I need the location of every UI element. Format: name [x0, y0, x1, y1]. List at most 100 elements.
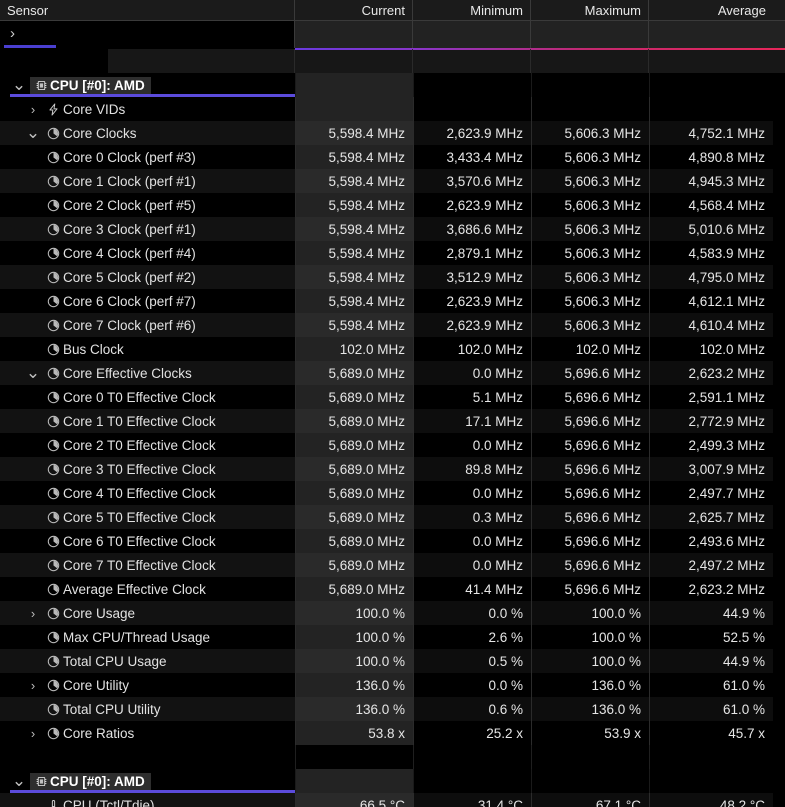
sensor-name-cell[interactable]: ›Core VIDs — [0, 97, 295, 121]
table-row[interactable]: Total CPU Utility136.0 %0.6 %136.0 %61.0… — [0, 697, 785, 721]
sensor-name-cell[interactable]: Core 1 T0 Effective Clock — [0, 409, 295, 433]
sensor-label: Core 6 T0 Effective Clock — [62, 534, 216, 549]
table-row[interactable]: Core 7 T0 Effective Clock5,689.0 MHz0.0 … — [0, 553, 785, 577]
chevron-right-icon[interactable]: › — [22, 678, 44, 693]
chevron-right-icon[interactable]: › — [22, 726, 44, 741]
sensor-label: Core 5 Clock (perf #2) — [62, 270, 196, 285]
table-row[interactable]: Bus Clock102.0 MHz102.0 MHz102.0 MHz102.… — [0, 337, 785, 361]
table-row[interactable]: Core 6 Clock (perf #7)5,598.4 MHz2,623.9… — [0, 289, 785, 313]
cell-current: 5,689.0 MHz — [295, 505, 413, 529]
table-row[interactable]: ⌄Core Effective Clocks5,689.0 MHz0.0 MHz… — [0, 361, 785, 385]
column-header-average[interactable]: Average — [649, 0, 773, 21]
cell-maximum: 53.9 x — [531, 721, 649, 745]
sensor-name-cell[interactable]: ⌄Core Clocks — [0, 121, 295, 145]
cell-minimum: 41.4 MHz — [413, 577, 531, 601]
table-row[interactable]: Total CPU Usage100.0 %0.5 %100.0 %44.9 % — [0, 649, 785, 673]
cell-maximum: 5,606.3 MHz — [531, 265, 649, 289]
group-title-pill: CPU [#0]: AMD — [30, 773, 151, 790]
table-row[interactable]: ›Core Usage100.0 %0.0 %100.0 %44.9 % — [0, 601, 785, 625]
sensor-name-cell[interactable]: ›Core Usage — [0, 601, 295, 625]
cell-maximum: 5,606.3 MHz — [531, 145, 649, 169]
sensor-name-cell[interactable]: Core 1 Clock (perf #1) — [0, 169, 295, 193]
sensor-name-cell[interactable]: Core 3 T0 Effective Clock — [0, 457, 295, 481]
cell-current: 5,598.4 MHz — [295, 241, 413, 265]
table-row[interactable]: Core 4 Clock (perf #4)5,598.4 MHz2,879.1… — [0, 241, 785, 265]
sensor-name-cell[interactable]: CPU (Tctl/Tdie) — [0, 793, 295, 807]
sensor-name-cell[interactable]: Core 3 Clock (perf #1) — [0, 217, 295, 241]
table-row[interactable]: Core 5 Clock (perf #2)5,598.4 MHz3,512.9… — [0, 265, 785, 289]
sensor-name-cell[interactable]: Total CPU Usage — [0, 649, 295, 673]
group-header-row[interactable]: ⌄CPU [#0]: AMD — [0, 73, 785, 97]
table-row[interactable]: ›Core VIDs — [0, 97, 785, 121]
sensor-name-cell[interactable]: Core 0 Clock (perf #3) — [0, 145, 295, 169]
chevron-down-icon[interactable]: ⌄ — [22, 130, 44, 136]
column-header-sensor[interactable]: Sensor — [0, 0, 295, 21]
cell-minimum: 0.0 MHz — [413, 481, 531, 505]
table-row[interactable]: Max CPU/Thread Usage100.0 %2.6 %100.0 %5… — [0, 625, 785, 649]
cell-minimum — [413, 73, 531, 97]
cell-minimum: 5.1 MHz — [413, 385, 531, 409]
table-row[interactable]: Core 6 T0 Effective Clock5,689.0 MHz0.0 … — [0, 529, 785, 553]
table-row[interactable]: Core 3 Clock (perf #1)5,598.4 MHz3,686.6… — [0, 217, 785, 241]
sensor-name-cell[interactable]: ›Core Utility — [0, 673, 295, 697]
sensor-name-cell[interactable]: Core 2 Clock (perf #5) — [0, 193, 295, 217]
sensor-name-cell[interactable]: Core 5 Clock (perf #2) — [0, 265, 295, 289]
sensor-name-cell[interactable]: Max CPU/Thread Usage — [0, 625, 295, 649]
table-row[interactable]: Core 3 T0 Effective Clock5,689.0 MHz89.8… — [0, 457, 785, 481]
group-name-cell[interactable]: ⌄CPU [#0]: AMD — [0, 73, 295, 97]
table-row[interactable]: ›Core Utility136.0 %0.0 %136.0 %61.0 % — [0, 673, 785, 697]
table-row[interactable]: Core 2 Clock (perf #5)5,598.4 MHz2,623.9… — [0, 193, 785, 217]
table-row[interactable]: Core 5 T0 Effective Clock5,689.0 MHz0.3 … — [0, 505, 785, 529]
cell-maximum — [531, 97, 649, 121]
sensor-name-cell[interactable]: Core 2 T0 Effective Clock — [0, 433, 295, 457]
sensor-label: Core 7 Clock (perf #6) — [62, 318, 196, 333]
sensor-label: Core 1 T0 Effective Clock — [62, 414, 216, 429]
sensor-name-cell[interactable]: Bus Clock — [0, 337, 295, 361]
column-header-minimum[interactable]: Minimum — [413, 0, 531, 21]
sensor-monitor-window: Sensor Current Minimum Maximum Average ›… — [0, 0, 785, 807]
sensor-label: Core 2 Clock (perf #5) — [62, 198, 196, 213]
table-row[interactable]: Core 0 T0 Effective Clock5,689.0 MHz5.1 … — [0, 385, 785, 409]
sensor-name-cell[interactable]: Core 4 Clock (perf #4) — [0, 241, 295, 265]
table-row[interactable]: Core 4 T0 Effective Clock5,689.0 MHz0.0 … — [0, 481, 785, 505]
sensor-name-cell[interactable]: Core 7 Clock (perf #6) — [0, 313, 295, 337]
sensor-name-cell[interactable]: Core 7 T0 Effective Clock — [0, 553, 295, 577]
chevron-right-icon[interactable]: › — [22, 102, 44, 117]
chevron-down-icon[interactable]: ⌄ — [8, 82, 30, 88]
table-row[interactable]: Core 1 T0 Effective Clock5,689.0 MHz17.1… — [0, 409, 785, 433]
cell-maximum: 5,606.3 MHz — [531, 169, 649, 193]
sensor-name-cell[interactable]: ›Core Ratios — [0, 721, 295, 745]
chevron-down-icon[interactable]: ⌄ — [8, 778, 30, 784]
chevron-right-icon[interactable]: › — [10, 25, 24, 43]
sensor-name-cell[interactable]: Core 6 Clock (perf #7) — [0, 289, 295, 313]
sensor-name-cell[interactable]: Core 4 T0 Effective Clock — [0, 481, 295, 505]
sensor-name-cell[interactable]: Core 6 T0 Effective Clock — [0, 529, 295, 553]
table-row[interactable]: ⌄Core Clocks5,598.4 MHz2,623.9 MHz5,606.… — [0, 121, 785, 145]
group-header-row[interactable]: ⌄CPU [#0]: AMD — [0, 769, 785, 793]
cell-current: 5,598.4 MHz — [295, 217, 413, 241]
clock-icon — [44, 319, 62, 332]
sensor-name-cell[interactable]: Core 5 T0 Effective Clock — [0, 505, 295, 529]
sensor-name-cell[interactable]: Core 0 T0 Effective Clock — [0, 385, 295, 409]
chevron-right-icon[interactable]: › — [22, 606, 44, 621]
table-row[interactable]: Core 2 T0 Effective Clock5,689.0 MHz0.0 … — [0, 433, 785, 457]
cell-minimum: 2,623.9 MHz — [413, 193, 531, 217]
chevron-down-icon[interactable]: ⌄ — [22, 370, 44, 376]
column-header-current[interactable]: Current — [295, 0, 413, 21]
cell-current — [295, 97, 413, 121]
column-divider — [648, 49, 649, 73]
sensor-name-cell[interactable]: Average Effective Clock — [0, 577, 295, 601]
sensor-name-cell[interactable]: ⌄Core Effective Clocks — [0, 361, 295, 385]
table-row[interactable]: Average Effective Clock5,689.0 MHz41.4 M… — [0, 577, 785, 601]
group-name-cell[interactable]: ⌄CPU [#0]: AMD — [0, 769, 295, 793]
table-row[interactable]: Core 7 Clock (perf #6)5,598.4 MHz2,623.9… — [0, 313, 785, 337]
column-header-maximum[interactable]: Maximum — [531, 0, 649, 21]
table-row[interactable]: Core 0 Clock (perf #3)5,598.4 MHz3,433.4… — [0, 145, 785, 169]
clock-icon — [44, 463, 62, 476]
table-row[interactable]: Core 1 Clock (perf #1)5,598.4 MHz3,570.6… — [0, 169, 785, 193]
sensor-name-cell[interactable]: Total CPU Utility — [0, 697, 295, 721]
row-accent-underline — [4, 45, 56, 48]
table-row[interactable]: CPU (Tctl/Tdie)66.5 °C31.4 °C67.1 °C48.2… — [0, 793, 785, 807]
table-row[interactable]: ›Core Ratios53.8 x25.2 x53.9 x45.7 x — [0, 721, 785, 745]
strip-obscured-label-area — [57, 21, 295, 48]
